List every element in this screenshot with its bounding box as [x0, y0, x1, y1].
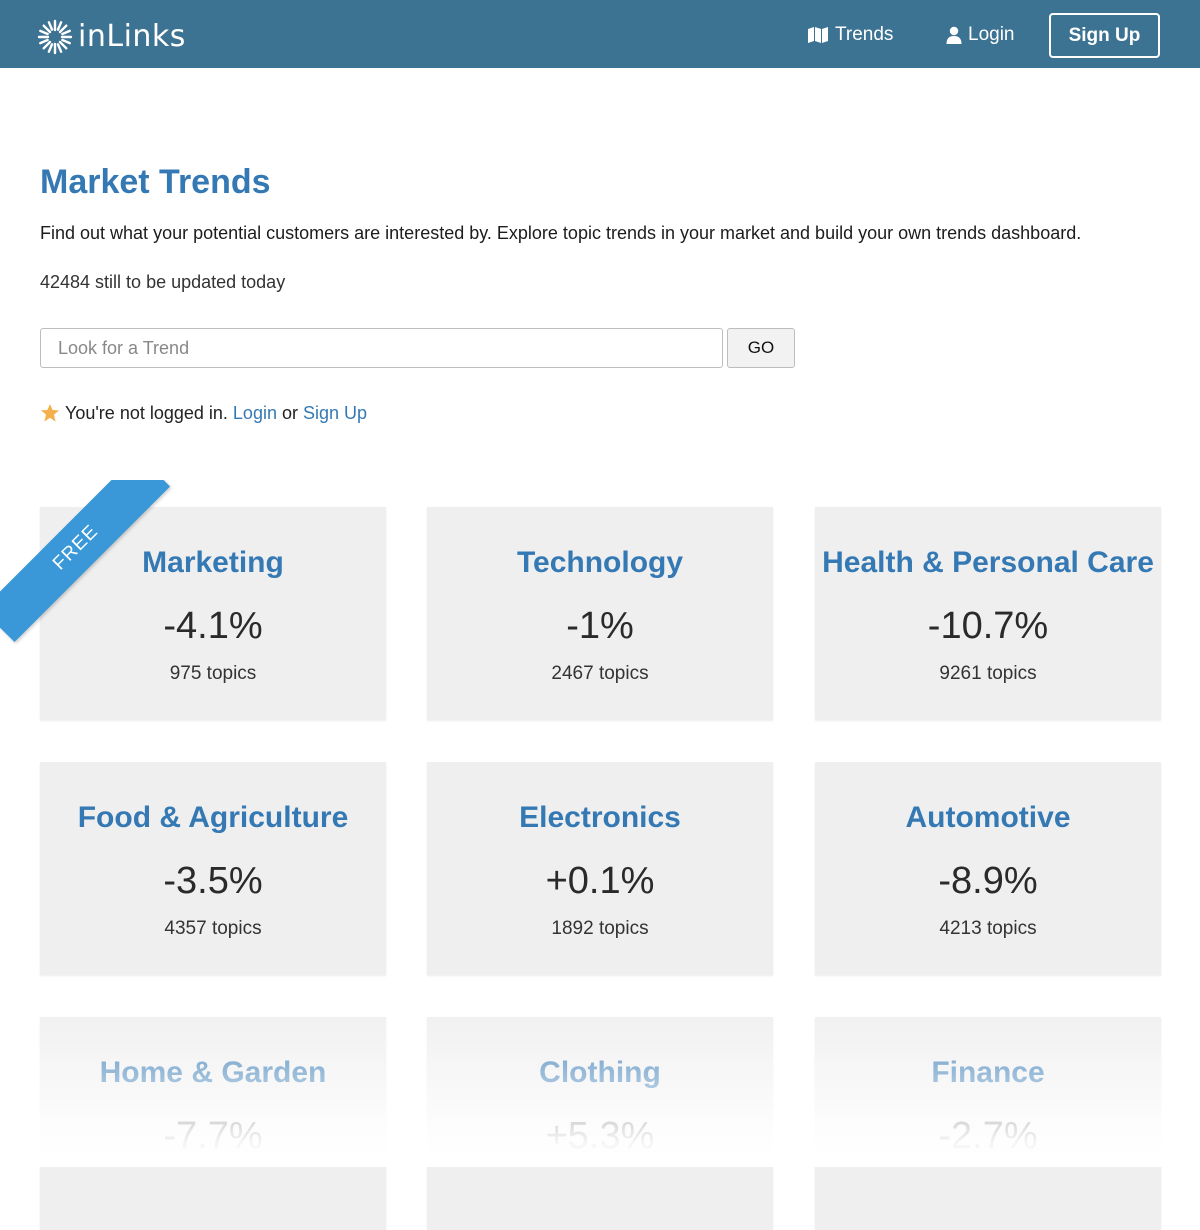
- category-card-clothing[interactable]: Clothing +5.3%: [427, 1017, 773, 1230]
- category-change: +5.3%: [545, 1115, 655, 1157]
- category-title: Finance: [931, 1056, 1045, 1089]
- trend-search-input[interactable]: [40, 328, 723, 368]
- category-topics: 4357 topics: [164, 918, 262, 939]
- top-navbar: inLinks Trends Login Sign Up: [0, 0, 1200, 68]
- category-title: Marketing: [142, 546, 284, 579]
- nav-login-link[interactable]: Login: [946, 22, 1015, 48]
- user-icon: [946, 26, 962, 44]
- category-title: Health & Personal Care: [822, 546, 1154, 579]
- nav-login-label: Login: [968, 24, 1015, 45]
- category-change: -7.7%: [163, 1115, 263, 1157]
- category-title: Clothing: [539, 1056, 661, 1089]
- category-change: +0.1%: [545, 860, 655, 902]
- category-title: Technology: [516, 546, 684, 579]
- nav-trends-label: Trends: [835, 24, 894, 45]
- signup-link[interactable]: Sign Up: [303, 403, 367, 424]
- category-card-home-garden[interactable]: Home & Garden -7.7%: [40, 1017, 386, 1230]
- login-note: You're not logged in. Login or Sign Up: [40, 400, 367, 426]
- category-change: -1%: [566, 605, 634, 647]
- category-card-automotive[interactable]: Automotive -8.9% 4213 topics: [815, 762, 1161, 975]
- category-change: -8.9%: [938, 860, 1038, 902]
- logo-text: inLinks: [78, 19, 186, 54]
- category-change: -10.7%: [927, 605, 1049, 647]
- category-topics: 4213 topics: [939, 918, 1037, 939]
- category-card-finance[interactable]: Finance -2.7%: [815, 1017, 1161, 1230]
- page-title: Market Trends: [40, 163, 271, 201]
- category-card-health[interactable]: Health & Personal Care -10.7% 9261 topic…: [815, 507, 1161, 720]
- category-topics: 975 topics: [169, 663, 257, 684]
- category-card-electronics[interactable]: Electronics +0.1% 1892 topics: [427, 762, 773, 975]
- intro-text: Find out what your potential customers a…: [40, 223, 1082, 243]
- category-change: -4.1%: [163, 605, 263, 647]
- map-icon: [808, 27, 828, 43]
- category-topics: 2467 topics: [551, 663, 649, 684]
- star-icon: [41, 404, 59, 422]
- logo[interactable]: inLinks: [36, 17, 186, 57]
- category-change: -3.5%: [163, 860, 263, 902]
- sunburst-logo-icon: [37, 19, 73, 55]
- category-title: Home & Garden: [99, 1056, 327, 1089]
- signup-button[interactable]: Sign Up: [1049, 13, 1160, 58]
- nav-trends-link[interactable]: Trends: [807, 22, 893, 48]
- login-note-text: You're not logged in.: [65, 402, 228, 423]
- category-title: Automotive: [905, 801, 1071, 834]
- category-card-food[interactable]: Food & Agriculture -3.5% 4357 topics: [40, 762, 386, 975]
- update-status: 42484 still to be updated today: [40, 272, 286, 292]
- go-button[interactable]: GO: [727, 328, 795, 368]
- login-note-or: or: [281, 402, 298, 423]
- category-topics: 9261 topics: [939, 663, 1037, 684]
- category-title: Food & Agriculture: [77, 801, 349, 834]
- login-link[interactable]: Login: [233, 403, 277, 424]
- category-card-technology[interactable]: Technology -1% 2467 topics: [427, 507, 773, 720]
- category-card-marketing[interactable]: Marketing -4.1% 975 topics: [40, 507, 386, 720]
- category-topics: 1892 topics: [551, 918, 649, 939]
- category-title: Electronics: [519, 801, 681, 834]
- category-change: -2.7%: [938, 1115, 1038, 1157]
